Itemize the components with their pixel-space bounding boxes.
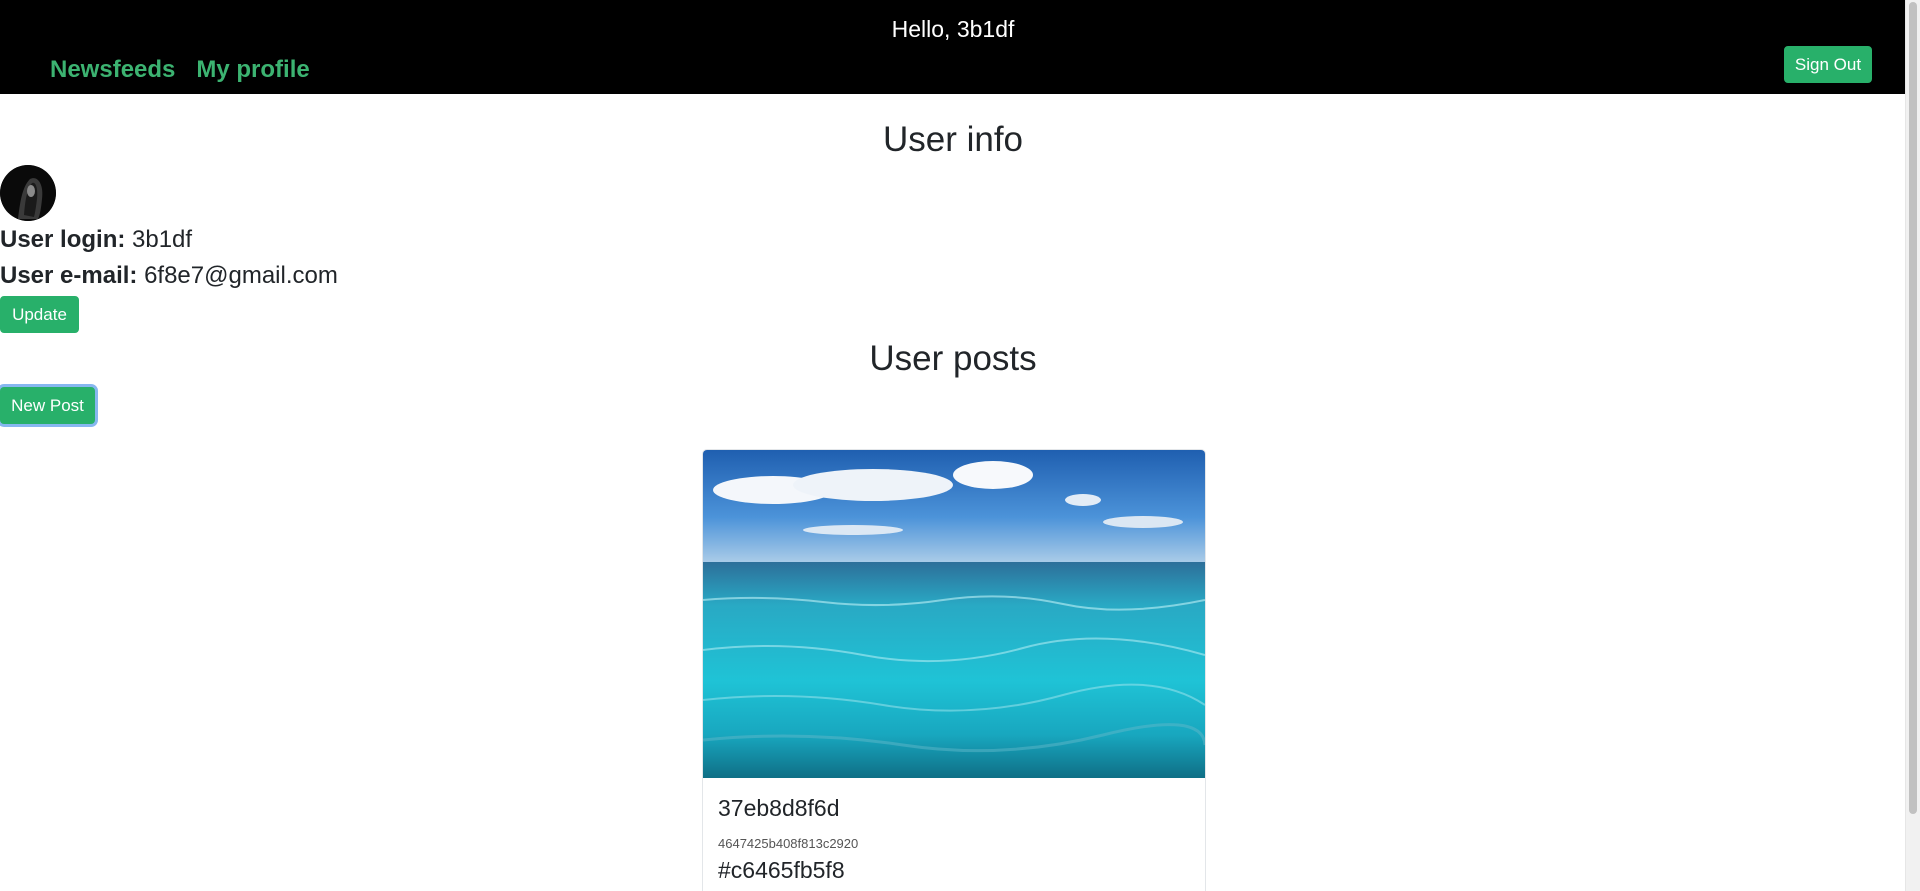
- nav-link-my-profile[interactable]: My profile: [196, 53, 309, 87]
- avatar: [0, 165, 56, 221]
- new-post-button[interactable]: New Post: [0, 387, 95, 424]
- user-email-value: 6f8e7@gmail.com: [144, 262, 338, 289]
- user-email-row: User e-mail: 6f8e7@gmail.com: [0, 260, 338, 292]
- nav-link-newsfeeds[interactable]: Newsfeeds: [50, 53, 175, 87]
- update-button[interactable]: Update: [0, 296, 79, 333]
- avatar-image: [0, 165, 56, 221]
- post-image: [703, 450, 1205, 778]
- post-subtitle: 4647425b408f813c2920: [718, 836, 859, 851]
- user-posts-title: User posts: [869, 339, 1037, 378]
- page: Hello, 3b1df Newsfeeds My profile Sign O…: [0, 0, 1920, 891]
- user-info-title: User info: [882, 120, 1024, 159]
- scrollbar-thumb[interactable]: [1909, 2, 1917, 814]
- user-login-label: User login:: [0, 226, 126, 253]
- vertical-scrollbar[interactable]: [1905, 0, 1920, 891]
- user-email-label: User e-mail:: [0, 262, 138, 289]
- post-card[interactable]: 37eb8d8f6d 4647425b408f813c2920 #c6465fb…: [702, 449, 1206, 891]
- post-title: 37eb8d8f6d: [718, 795, 840, 821]
- greeting-text: Hello, 3b1df: [891, 16, 1015, 42]
- sign-out-button[interactable]: Sign Out: [1784, 46, 1872, 83]
- user-login-row: User login: 3b1df: [0, 224, 192, 256]
- post-tag: #c6465fb5f8: [718, 857, 845, 883]
- top-header: Hello, 3b1df Newsfeeds My profile Sign O…: [0, 0, 1906, 94]
- user-login-value: 3b1df: [132, 226, 193, 253]
- main-nav: Newsfeeds My profile: [50, 53, 310, 87]
